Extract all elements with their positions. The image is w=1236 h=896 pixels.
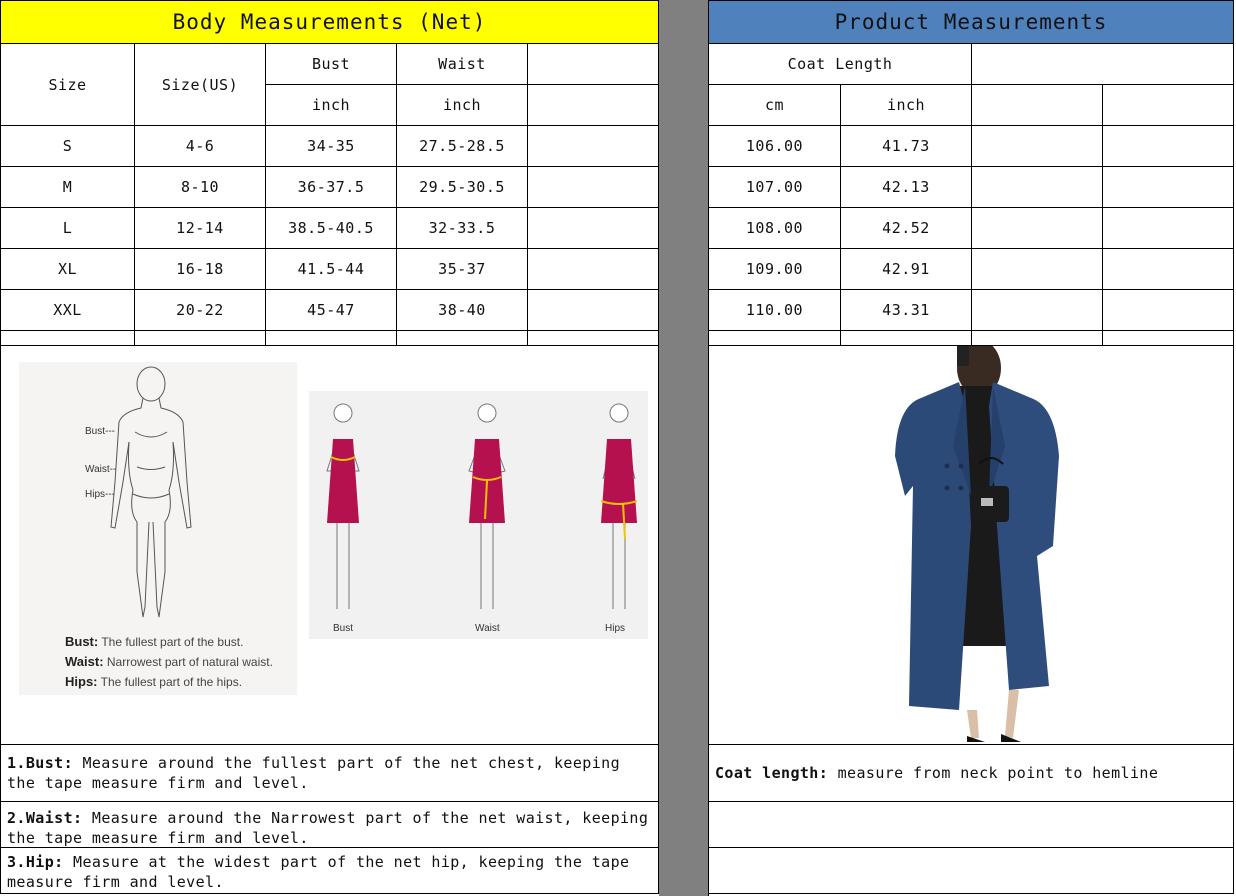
cell-size: XL: [0, 249, 135, 290]
header-bust: Bust: [266, 44, 397, 85]
cell-empty: [972, 208, 1103, 249]
cell-size: S: [0, 126, 135, 167]
cell-cm: 110.00: [709, 290, 841, 331]
header-size: Size: [0, 44, 135, 126]
cell-size-us: 4-6: [135, 126, 266, 167]
cell-empty: [1103, 290, 1234, 331]
cell-inch: 42.91: [841, 249, 972, 290]
dress-figure-waist: Waist: [468, 403, 506, 634]
cell-waist: 35-37: [397, 249, 528, 290]
cell-bust: 41.5-44: [266, 249, 397, 290]
waist-note: 2.Waist: Measure around the Narrowest pa…: [0, 802, 659, 848]
bust-note: 1.Bust: Measure around the fullest part …: [0, 745, 659, 802]
product-photo-area: [709, 340, 1234, 745]
spacer-cell: [709, 331, 841, 346]
cell-bust: 45-47: [266, 290, 397, 331]
cell-inch: 43.31: [841, 290, 972, 331]
cell-empty: [1103, 126, 1234, 167]
cell-cm: 106.00: [709, 126, 841, 167]
product-measurements-title: Product Measurements: [709, 0, 1234, 44]
spacer-cell: [397, 331, 528, 346]
measurement-illustration-area: Bust--- Waist-- Hips--- Bust: The fulles…: [0, 346, 659, 745]
spacer-cell: [972, 331, 1103, 346]
spacer-cell: [1103, 331, 1234, 346]
cell-empty: [528, 249, 659, 290]
cell-waist: 27.5-28.5: [397, 126, 528, 167]
body-outline-figure: Bust--- Waist-- Hips--- Bust: The fulles…: [19, 362, 297, 695]
cell-size-us: 8-10: [135, 167, 266, 208]
cell-empty: [528, 208, 659, 249]
cell-empty: [528, 167, 659, 208]
header-size-us: Size(US): [135, 44, 266, 126]
cell-empty: [1103, 208, 1234, 249]
empty-note-cell: [709, 848, 1234, 894]
header-waist-unit: inch: [397, 85, 528, 126]
caption-bust: Bust: The fullest part of the bust.: [65, 634, 244, 649]
dress-figure-hips: Hips: [600, 403, 638, 634]
cell-size-us: 16-18: [135, 249, 266, 290]
cell-empty: [1103, 249, 1234, 290]
bust-mark-label: Bust---: [85, 426, 115, 437]
spacer-cell: [135, 331, 266, 346]
cell-empty: [972, 249, 1103, 290]
svg-text:Waist: Waist: [475, 623, 500, 634]
svg-text:Bust: Bust: [333, 623, 353, 634]
spacer-cell: [0, 331, 135, 346]
cell-size: XXL: [0, 290, 135, 331]
cell-waist: 29.5-30.5: [397, 167, 528, 208]
cell-size: L: [0, 208, 135, 249]
dress-figures-panel: Bust Waist Hips: [309, 391, 648, 639]
cell-inch: 42.13: [841, 167, 972, 208]
cell-waist: 32-33.5: [397, 208, 528, 249]
cell-inch: 41.73: [841, 126, 972, 167]
header-bust-unit: inch: [266, 85, 397, 126]
size-chart-page: Body Measurements (Net) Product Measurem…: [0, 0, 1236, 896]
svg-text:Hips: Hips: [605, 623, 625, 634]
header-waist: Waist: [397, 44, 528, 85]
cell-empty: [972, 290, 1103, 331]
cell-size-us: 12-14: [135, 208, 266, 249]
empty-note-cell: [709, 802, 1234, 848]
caption-hips: Hips: The fullest part of the hips.: [65, 674, 243, 689]
cell-empty: [972, 167, 1103, 208]
cell-cm: 109.00: [709, 249, 841, 290]
dress-figures-drawing: Bust Waist Hips: [326, 403, 638, 634]
dress-figure-bust: Bust: [326, 403, 360, 634]
hips-mark-label: Hips---: [85, 489, 115, 500]
spacer-cell: [266, 331, 397, 346]
spacer-cell: [528, 331, 659, 346]
cell-waist: 38-40: [397, 290, 528, 331]
caption-waist: Waist: Narrowest part of natural waist.: [65, 654, 273, 669]
cell-cm: 108.00: [709, 208, 841, 249]
coat-length-note: Coat length: measure from neck point to …: [709, 745, 1234, 802]
header-coat-length: Coat Length: [709, 44, 972, 85]
cell-empty: [528, 126, 659, 167]
cell-empty: [972, 126, 1103, 167]
cell-size: M: [0, 167, 135, 208]
body-measurements-title: Body Measurements (Net): [0, 0, 659, 44]
cell-bust: 34-35: [266, 126, 397, 167]
cell-empty: [528, 290, 659, 331]
waist-mark-label: Waist--: [85, 464, 116, 475]
hip-note: 3.Hip: Measure at the widest part of the…: [0, 848, 659, 894]
header-empty: [972, 85, 1103, 126]
spacer-cell: [841, 331, 972, 346]
header-empty: [528, 85, 659, 126]
header-empty: [1103, 85, 1234, 126]
cell-empty: [1103, 167, 1234, 208]
header-cm: cm: [709, 85, 841, 126]
header-empty: [528, 44, 659, 85]
cell-size-us: 20-22: [135, 290, 266, 331]
header-inch: inch: [841, 85, 972, 126]
cell-bust: 36-37.5: [266, 167, 397, 208]
gray-divider-column: [659, 0, 709, 896]
cell-inch: 42.52: [841, 208, 972, 249]
cell-bust: 38.5-40.5: [266, 208, 397, 249]
cell-cm: 107.00: [709, 167, 841, 208]
coat-photo: [895, 340, 1059, 742]
header-empty: [972, 44, 1234, 85]
